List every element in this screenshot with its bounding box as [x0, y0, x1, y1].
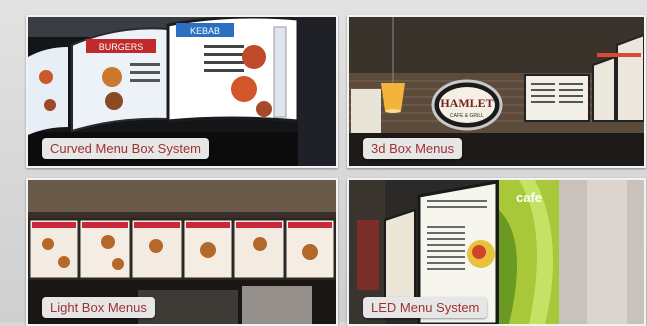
- tile-curved-menu-box-system[interactable]: BURGERS KEBAB Curved Menu Box System: [26, 15, 338, 168]
- tile-led-menu-system[interactable]: cafe LED Menu System: [347, 178, 646, 326]
- tile-3d-box-menus[interactable]: HAMLET CAFE & GRILL 3d Box Menus: [347, 15, 646, 168]
- gallery-frame: BURGERS KEBAB Curved Menu Box System HAM…: [0, 0, 647, 326]
- sign-text-hamlet: HAMLET: [440, 96, 493, 110]
- tile-light-box-menus[interactable]: Light Box Menus: [26, 178, 338, 326]
- tile-caption[interactable]: LED Menu System: [363, 297, 488, 318]
- tile-caption[interactable]: 3d Box Menus: [363, 138, 463, 159]
- sign-text-burgers: BURGERS: [99, 42, 144, 52]
- tile-caption[interactable]: Light Box Menus: [42, 297, 155, 318]
- sign-text-cafe-grill: CAFE & GRILL: [450, 113, 484, 119]
- tile-caption[interactable]: Curved Menu Box System: [42, 138, 210, 159]
- sign-text-cafe: cafe: [516, 190, 542, 205]
- sign-text-kebab: KEBAB: [190, 26, 220, 36]
